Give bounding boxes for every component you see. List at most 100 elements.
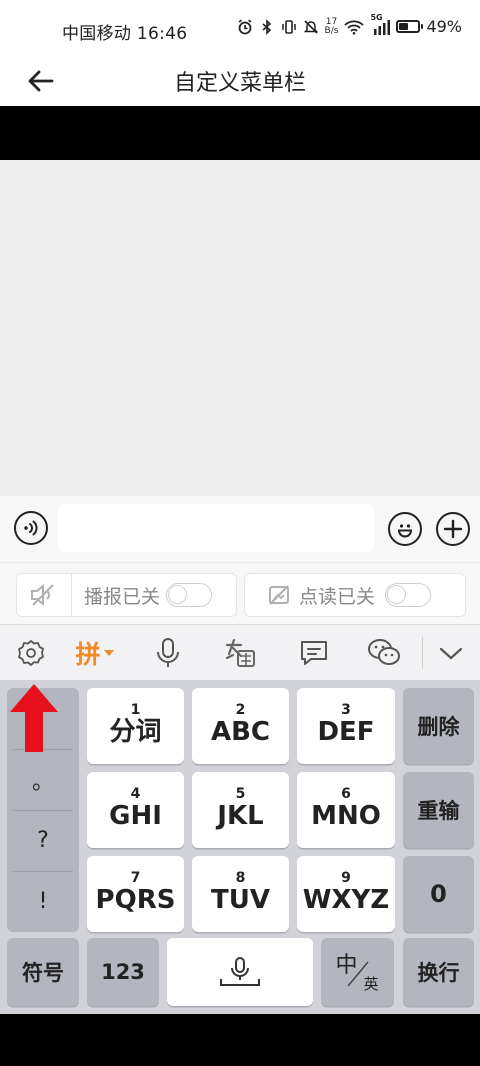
key-2-abc[interactable]: 2 ABC	[192, 688, 289, 764]
read-label: 点读已关	[299, 585, 376, 608]
broadcast-switch[interactable]	[166, 583, 213, 607]
key-number: 7	[130, 870, 141, 886]
key-number: 8	[235, 870, 246, 886]
message-input[interactable]	[58, 504, 374, 552]
key-label: TUV	[211, 885, 270, 915]
key-label: 123	[101, 960, 145, 984]
bluetooth-icon	[262, 18, 271, 35]
signal-icon: 5G	[370, 13, 391, 35]
key-label: WXYZ	[302, 885, 390, 915]
wifi-icon	[344, 20, 365, 35]
switch-knob	[387, 585, 407, 604]
zh-en-glyph: 中 英	[328, 947, 388, 997]
smiley-icon	[397, 524, 413, 538]
ime-toolbar: 拼	[0, 624, 480, 680]
space-key[interactable]	[167, 938, 313, 1006]
pinyin-mode-button[interactable]: 拼	[70, 635, 120, 671]
alarm-icon	[238, 19, 251, 34]
vibrate-icon	[281, 19, 296, 34]
key-9-wxyz[interactable]: 9 WXYZ	[297, 856, 395, 932]
key-label: 换行	[417, 961, 460, 985]
zero-key[interactable]: 0	[403, 856, 474, 932]
mute-bell-icon	[303, 19, 318, 34]
battery-fill	[399, 23, 409, 30]
key-4-ghi[interactable]: 4 GHI	[87, 772, 184, 848]
key-label: 删除	[417, 715, 460, 739]
friend-chat-button[interactable]	[222, 635, 258, 671]
en-label: 英	[363, 975, 379, 993]
symbol-key[interactable]: 符号	[7, 938, 79, 1006]
key-label: ABC	[210, 717, 271, 747]
zh-en-switch-key[interactable]: 中 英	[321, 938, 394, 1006]
chat-input-bar	[0, 496, 480, 562]
message-square-icon	[301, 641, 327, 665]
key-label: PQRS	[95, 885, 176, 915]
wechat-button[interactable]	[366, 635, 402, 671]
status-icons: 17 B/s 5G 49%	[237, 13, 462, 36]
chat-area	[0, 160, 480, 496]
space-mic-icon	[220, 957, 260, 986]
t9-keyboard: 。 ? ! 1 分词 2 ABC 3 DEF 删除 4 GHI 5 JKL 6 …	[0, 680, 480, 1014]
nav-bar: 自定义菜单栏	[0, 56, 480, 106]
key-6-mno[interactable]: 6 MNO	[297, 772, 395, 848]
voice-toggle-button[interactable]	[14, 511, 48, 545]
pinyin-label: 拼	[75, 640, 101, 669]
key-label: GHI	[109, 801, 162, 831]
broadcast-label: 播报已关	[84, 585, 161, 608]
battery-icon	[396, 20, 424, 33]
key-label: 符号	[22, 961, 64, 985]
page-title: 自定义菜单栏	[173, 71, 306, 96]
black-band	[0, 106, 480, 160]
punct-separator	[13, 810, 73, 811]
key-number: 1	[130, 702, 141, 718]
emoji-button[interactable]	[388, 512, 422, 546]
broadcast-toggle-box: 播报已关	[16, 573, 237, 617]
net-speed-unit: B/s	[324, 25, 339, 36]
key-number: 5	[235, 786, 246, 802]
red-annotation-arrow	[10, 684, 58, 752]
key-5-jkl[interactable]: 5 JKL	[192, 772, 289, 848]
key-number: 3	[341, 702, 351, 718]
battery-percent: 49%	[426, 17, 462, 36]
key-8-tuv[interactable]: 8 TUV	[192, 856, 289, 932]
key-label: 分词	[109, 717, 162, 747]
toggle-divider	[71, 573, 72, 617]
chevron-down-icon	[439, 647, 463, 660]
punct-key[interactable]: !	[7, 871, 79, 932]
key-7-pqrs[interactable]: 7 PQRS	[87, 856, 184, 932]
switch-knob	[168, 585, 188, 604]
key-label: 0	[430, 880, 447, 908]
caret-down-icon	[103, 650, 114, 656]
key-3-def[interactable]: 3 DEF	[297, 688, 395, 764]
number-mode-key[interactable]: 123	[87, 938, 159, 1006]
accessibility-toggles: 播报已关 点读已关	[0, 562, 480, 624]
key-number: 6	[341, 786, 351, 802]
delete-key[interactable]: 删除	[403, 688, 474, 764]
read-toggle-box: 点读已关	[244, 573, 466, 617]
punct-key[interactable]: 。	[7, 749, 79, 810]
voice-wave-icon	[24, 520, 38, 536]
key-label: MNO	[311, 801, 381, 831]
key-label: JKL	[217, 801, 264, 831]
ime-settings-button[interactable]	[13, 635, 49, 671]
add-more-button[interactable]	[436, 512, 470, 546]
plus-icon	[443, 519, 463, 539]
app-screen: 中国移动 16:46 17 B/s 5G 49% 自定义菜单栏 播报已关 点读已…	[0, 0, 480, 1066]
enter-key[interactable]: 换行	[403, 938, 474, 1006]
quick-phrase-button[interactable]	[296, 635, 332, 671]
status-bar: 中国移动 16:46 17 B/s 5G 49%	[0, 0, 480, 56]
friend-chat-icon	[225, 638, 255, 667]
net-speed: 17 B/s	[324, 17, 339, 36]
key-label: DEF	[317, 717, 375, 747]
retype-key[interactable]: 重输	[403, 772, 474, 848]
key-1-fenci[interactable]: 1 分词	[87, 688, 184, 764]
wechat-icon	[368, 639, 400, 665]
punct-key[interactable]: ?	[7, 810, 79, 871]
read-off-icon	[269, 585, 289, 605]
read-switch[interactable]	[385, 583, 432, 607]
speaker-off-icon	[31, 583, 54, 607]
key-number: 9	[341, 870, 351, 886]
punct-separator	[13, 871, 73, 872]
voice-input-button[interactable]	[150, 635, 186, 671]
collapse-keyboard-button[interactable]	[433, 635, 469, 671]
